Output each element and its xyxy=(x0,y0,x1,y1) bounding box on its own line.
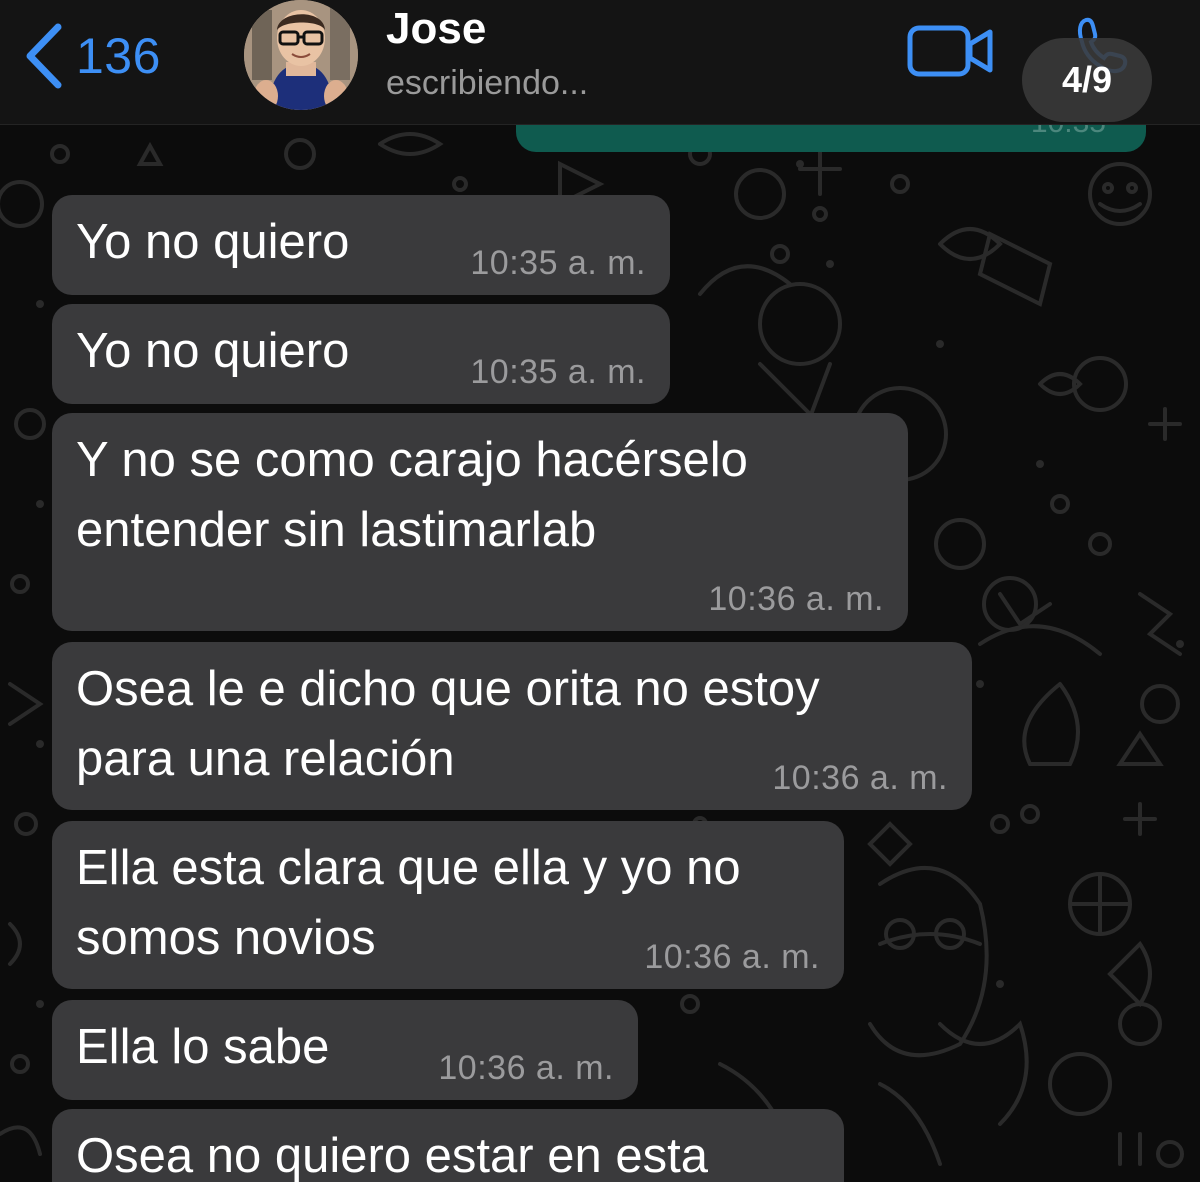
unread-count: 136 xyxy=(76,28,161,84)
outgoing-message-partial[interactable]: 10:35 xyxy=(516,124,1146,152)
message-text: Y no se como carajo hacérselo entender s… xyxy=(76,433,748,557)
chat-header: 136 Jose escribiendo... 4/9 xyxy=(0,0,1200,125)
message-bubble[interactable]: Osea le e dicho que orita no estoy para … xyxy=(52,642,972,810)
avatar[interactable] xyxy=(244,0,358,110)
screenshot-pager: 4/9 xyxy=(1022,38,1152,122)
message-time: 10:36 a. m. xyxy=(644,938,820,976)
chevron-left-icon xyxy=(22,21,66,91)
typing-status: escribiendo... xyxy=(386,64,589,102)
contact-name[interactable]: Jose xyxy=(386,4,486,54)
back-button[interactable]: 136 xyxy=(22,20,161,92)
message-bubble[interactable]: Ella esta clara que ella y yo no somos n… xyxy=(52,821,844,989)
video-call-button[interactable] xyxy=(906,24,996,80)
message-time: 10:35 a. m. xyxy=(470,244,646,282)
video-call-icon xyxy=(906,25,996,84)
message-time: 10:35 a. m. xyxy=(470,353,646,391)
chat-area[interactable]: 10:35 Yo no quiero 10:35 a. m. Yo no qui… xyxy=(0,124,1200,1182)
message-time-partial: 10:35 xyxy=(1031,124,1106,140)
message-bubble[interactable]: Ella lo sabe 10:36 a. m. xyxy=(52,1000,638,1100)
message-time: 10:36 a. m. xyxy=(772,759,948,797)
message-bubble[interactable]: Yo no quiero 10:35 a. m. xyxy=(52,195,670,295)
message-bubble[interactable]: Yo no quiero 10:35 a. m. xyxy=(52,304,670,404)
message-time: 10:36 a. m. xyxy=(708,580,884,618)
message-time: 10:36 a. m. xyxy=(438,1049,614,1087)
message-bubble[interactable]: Y no se como carajo hacérselo entender s… xyxy=(52,413,908,631)
message-text: Osea no quiero estar en esta xyxy=(76,1129,708,1182)
message-bubble[interactable]: Osea no quiero estar en esta xyxy=(52,1109,844,1182)
